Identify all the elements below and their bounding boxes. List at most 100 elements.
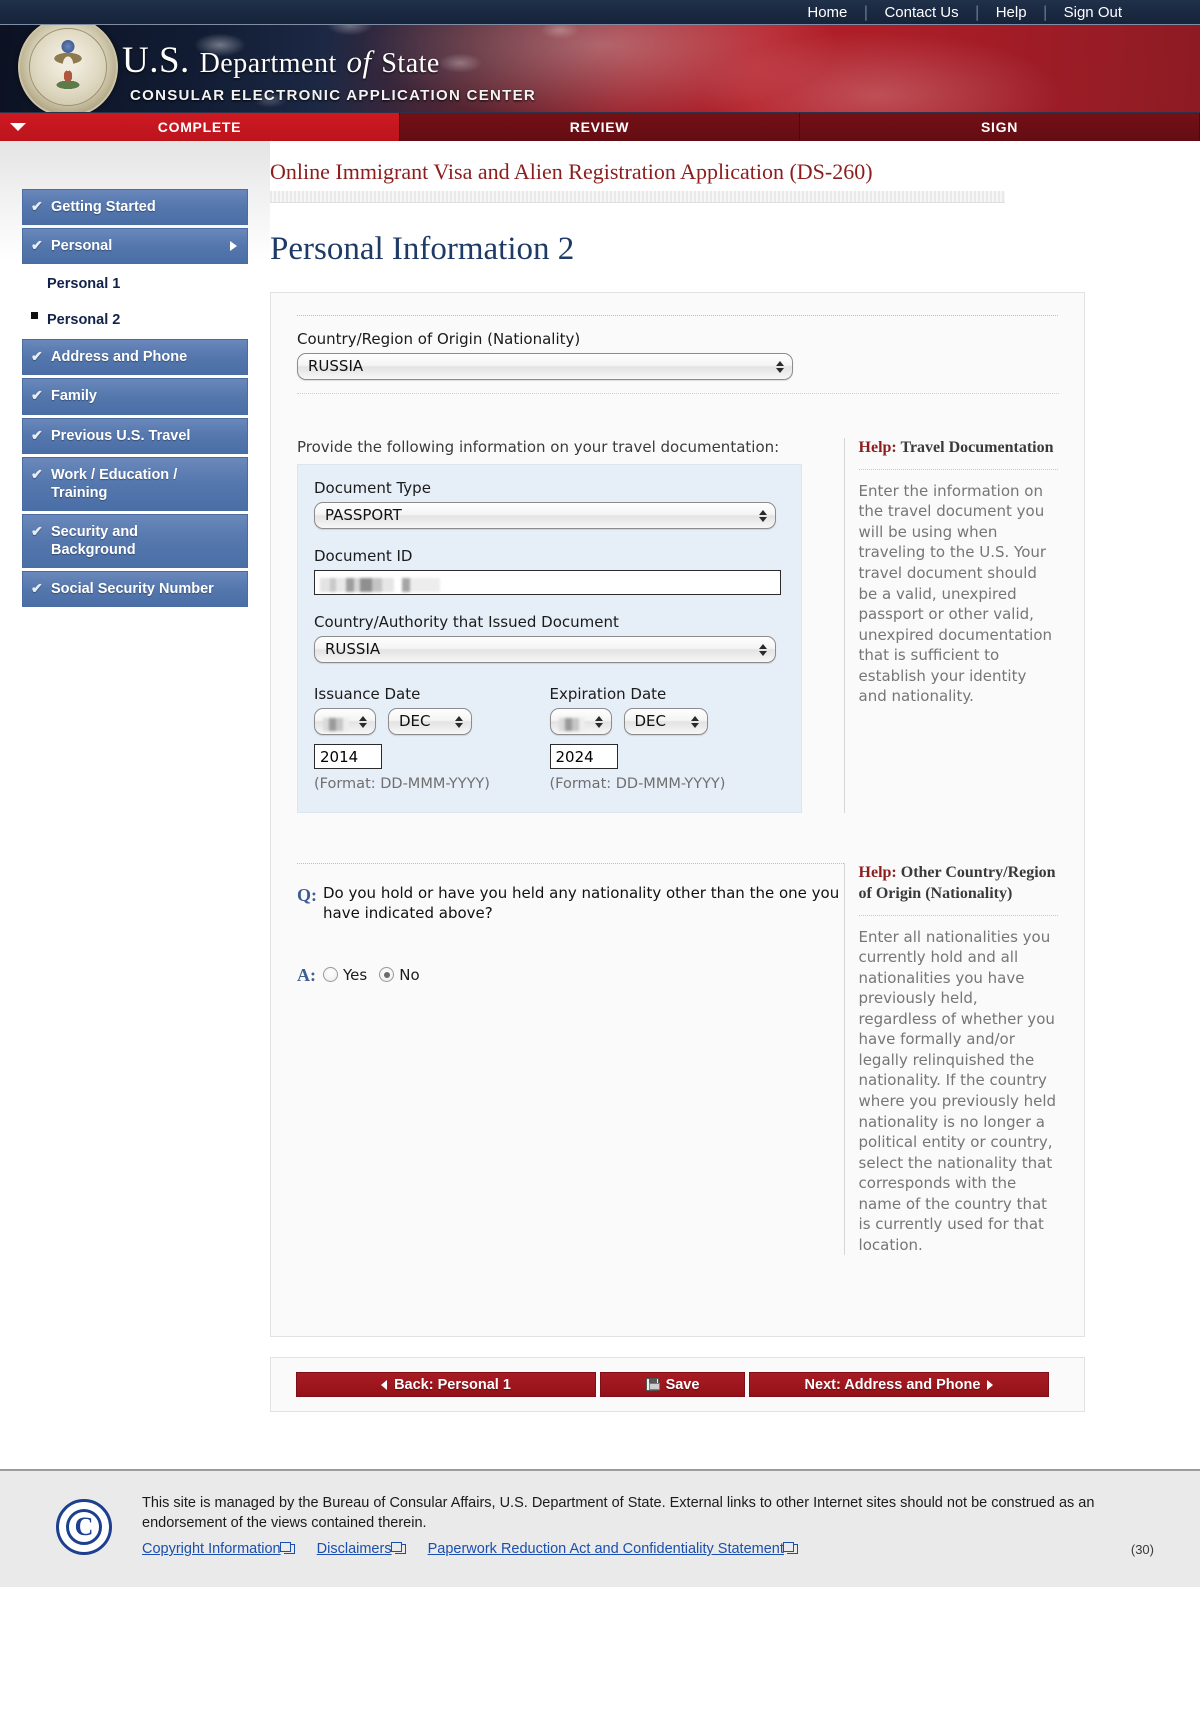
step-review[interactable]: REVIEW [400, 113, 800, 141]
check-icon: ✔ [31, 426, 43, 443]
issuance-date-label: Issuance Date [314, 685, 421, 703]
nationality-select[interactable]: RUSSIA [297, 353, 793, 380]
sidebar: ✔ Getting Started ✔ Personal Personal 1 … [0, 141, 270, 1451]
utility-link-help[interactable]: Help [980, 0, 1043, 25]
radio-no-icon[interactable] [379, 967, 395, 983]
step-sign[interactable]: SIGN [800, 113, 1200, 141]
check-icon: ✔ [31, 465, 43, 482]
sidebar-subitem-label: Personal 2 [47, 312, 121, 329]
utility-link-contact-us[interactable]: Contact Us [868, 0, 974, 25]
consular-affairs-logo-icon: C [56, 1499, 112, 1555]
expiration-month-select[interactable]: DEC [623, 708, 708, 735]
sidebar-item-social-security-number[interactable]: ✔ Social Security Number [22, 571, 248, 608]
nationality-select-wrap: RUSSIA [297, 353, 793, 380]
radio-option-yes[interactable]: Yes [323, 966, 367, 984]
masthead-title: U.S. Department of State [122, 39, 440, 82]
date-fields-row: Issuance Date DEC 2014 (Format: DD-MMM-Y… [314, 685, 785, 792]
save-button[interactable]: Save [600, 1372, 745, 1397]
footer-spacer [0, 1451, 1200, 1469]
sidebar-item-personal-2[interactable]: Personal 2 [22, 303, 248, 337]
back-button-label: Back: Personal 1 [394, 1376, 511, 1393]
issuance-date-format-hint: (Format: DD-MMM-YYYY) [314, 776, 490, 792]
footer-notice: This site is managed by the Bureau of Co… [142, 1495, 1095, 1531]
sidebar-item-previous-us-travel[interactable]: ✔ Previous U.S. Travel [22, 417, 248, 454]
footer-link-label: Copyright Information [142, 1541, 281, 1557]
expiration-year-input[interactable] [549, 744, 618, 769]
help-travel-body: Enter the information on the travel docu… [858, 481, 1053, 706]
page-title: Personal Information 2 [270, 231, 575, 267]
masthead-title-state: State [381, 48, 440, 79]
issuing-country-select[interactable]: RUSSIA [314, 636, 776, 663]
ceac-ds260-page: Home | Contact Us | Help | Sign Out U.S.… [0, 0, 1200, 1710]
footer-link-copyright-information[interactable]: Copyright Information [142, 1541, 295, 1557]
question-column: Q: Do you hold or have you held any nati… [297, 863, 844, 1255]
question-top-divider [297, 863, 844, 864]
page-number: (30) [1130, 1542, 1154, 1557]
radio-yes-icon[interactable] [323, 967, 338, 983]
check-icon: ✔ [31, 348, 43, 365]
form-navigation-bar: Back: Personal 1 Save Next: Address and … [270, 1357, 1085, 1412]
sidebar-subitem-label: Personal 1 [47, 276, 121, 293]
sidebar-item-label: Work / Education / Training [51, 466, 178, 501]
expiration-date-format-hint: (Format: DD-MMM-YYYY) [549, 776, 726, 792]
help-travel-topic: Travel Documentation [900, 439, 1054, 456]
sidebar-item-personal-1[interactable]: Personal 1 [22, 267, 248, 301]
sidebar-item-label: Security and Background [51, 523, 139, 558]
question-section: Q: Do you hold or have you held any nati… [297, 863, 1058, 1256]
sidebar-item-security-and-background[interactable]: ✔ Security and Background [22, 513, 248, 569]
help-other-nationality-panel: Help: Other Country/Region of Origin (Na… [843, 863, 1058, 1256]
footer-link-disclaimers[interactable]: Disclaimers [317, 1541, 406, 1557]
help-label: Help: [858, 864, 897, 881]
travel-doc-section: Provide the following information on you… [297, 438, 1058, 813]
body-shell: ✔ Getting Started ✔ Personal Personal 1 … [0, 141, 1200, 1451]
step-review-label: REVIEW [569, 119, 630, 135]
issuing-country-label: Country/Authority that Issued Document [314, 613, 619, 631]
footer-link-paperwork-reduction-act[interactable]: Paperwork Reduction Act and Confidential… [428, 1541, 798, 1557]
sidebar-item-label: Family [51, 388, 97, 405]
answer-row: A: Yes No [297, 964, 844, 986]
title-divider [270, 191, 1005, 203]
radio-no-label: No [399, 965, 420, 984]
issuance-month-select[interactable]: DEC [388, 708, 472, 735]
sidebar-item-label: Address and Phone [51, 349, 188, 366]
radio-option-no[interactable]: No [379, 965, 420, 984]
nationality-label: Country/Region of Origin (Nationality) [297, 330, 581, 348]
masthead-banner: U.S. Department of State CONSULAR ELECTR… [0, 25, 1200, 113]
nationality-field-group: Country/Region of Origin (Nationality) R… [297, 330, 1059, 394]
arrow-right-icon [987, 1379, 994, 1390]
back-button[interactable]: Back: Personal 1 [296, 1372, 596, 1397]
chevron-right-icon [230, 241, 237, 252]
document-id-input[interactable] [314, 570, 781, 595]
external-link-icon [390, 1542, 406, 1554]
question-row: Q: Do you hold or have you held any nati… [297, 884, 844, 924]
help-label: Help: [858, 439, 897, 456]
document-id-label: Document ID [314, 547, 413, 565]
step-complete[interactable]: COMPLETE [0, 113, 400, 141]
expiration-month-select-wrap: DEC [623, 708, 708, 735]
check-icon: ✔ [31, 387, 43, 404]
utility-nav: Home | Contact Us | Help | Sign Out [0, 0, 1200, 25]
utility-link-home[interactable]: Home [791, 0, 863, 25]
utility-link-sign-out[interactable]: Sign Out [1048, 0, 1138, 25]
issuance-year-input[interactable] [314, 744, 382, 769]
arrow-left-icon [381, 1379, 388, 1390]
document-type-select[interactable]: PASSPORT [314, 502, 776, 529]
sidebar-item-address-and-phone[interactable]: ✔ Address and Phone [22, 339, 248, 376]
masthead-title-us: U.S. [122, 40, 190, 81]
sidebar-item-label: Previous U.S. Travel [51, 427, 191, 444]
sidebar-item-personal[interactable]: ✔ Personal [22, 228, 248, 265]
help-divider [858, 914, 1058, 916]
sidebar-item-family[interactable]: ✔ Family [22, 378, 248, 415]
masthead-title-of: of [346, 44, 372, 79]
expiration-date-group: Expiration Date DEC 2024 (Format: DD-MMM… [549, 685, 786, 792]
sidebar-item-work-education-training[interactable]: ✔ Work / Education / Training [22, 456, 248, 511]
check-icon: ✔ [31, 198, 43, 214]
question-text: Do you hold or have you held any nationa… [323, 884, 840, 922]
step-complete-label: COMPLETE [157, 119, 242, 135]
save-button-label: Save [665, 1376, 700, 1393]
redacted-value [323, 718, 349, 731]
sidebar-item-getting-started[interactable]: ✔ Getting Started [22, 189, 248, 226]
expiration-day-select-wrap [549, 708, 612, 735]
next-button[interactable]: Next: Address and Phone [749, 1372, 1049, 1397]
chevron-down-icon [10, 123, 26, 131]
